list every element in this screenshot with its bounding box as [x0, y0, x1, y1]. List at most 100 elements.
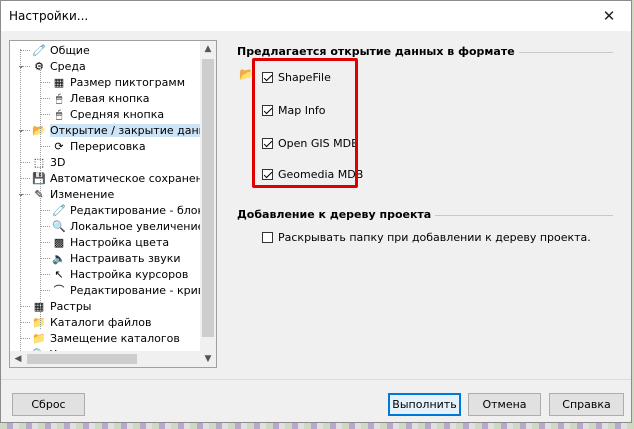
- tree-item-label: Среда: [50, 59, 86, 73]
- annotation-highlight-box: [252, 58, 358, 188]
- curve-icon: ⌒: [53, 283, 65, 297]
- tree-item[interactable]: ⌒ Редактирование - кривые: [52, 282, 202, 298]
- tree-item[interactable]: 🧷 Редактирование - блокировка: [52, 202, 201, 218]
- folder-replace-icon: 📁: [32, 331, 46, 345]
- tree-connector: [20, 178, 30, 179]
- edit-icon: ✎: [34, 187, 44, 201]
- tree-connector: [20, 162, 30, 163]
- magnifier-icon: 🔍: [52, 219, 66, 233]
- cursor-icon: ↖: [54, 267, 64, 281]
- settings-icon: ⚙: [34, 59, 44, 73]
- tree-expander-icon[interactable]: ⌄: [16, 61, 26, 71]
- tree-item[interactable]: 🖱 Средняя кнопка: [52, 106, 164, 122]
- footer-separator: [1, 379, 631, 380]
- tree-item-label: Левая кнопка: [70, 91, 150, 105]
- tree-item-label: Каталоги файлов: [50, 315, 152, 329]
- scroll-left-icon[interactable]: ◀: [10, 351, 26, 367]
- tree-connector: [20, 50, 30, 51]
- ruler-icon: ▦: [53, 75, 65, 89]
- tree-connector: [20, 338, 30, 339]
- reset-button[interactable]: Сброс: [12, 393, 85, 416]
- tree-item-label: Редактирование - кривые: [70, 283, 201, 297]
- ok-button[interactable]: Выполнить: [388, 393, 461, 416]
- tree-connector: [40, 226, 50, 227]
- tree-item[interactable]: ⟳ Перерисовка: [52, 138, 146, 154]
- tree-guide: [20, 49, 21, 359]
- tree-expander-icon[interactable]: ⌄: [16, 125, 26, 135]
- pin-edit-icon: 🧷: [52, 203, 66, 217]
- palette-icon: ▩: [53, 235, 65, 249]
- tree-connector: [40, 290, 50, 291]
- cube-icon: ⬚: [33, 155, 45, 169]
- tree-item[interactable]: ▦ Размер пиктограмм: [52, 74, 185, 90]
- tree-connector: [40, 258, 50, 259]
- tree-item[interactable]: ↖ Настройка курсоров: [52, 266, 188, 282]
- tree-item[interactable]: ✎ Изменение: [32, 186, 114, 202]
- tree-item[interactable]: ▩ Настройка цвета: [52, 234, 169, 250]
- tree-connector: [40, 82, 50, 83]
- tree-connector: [40, 98, 50, 99]
- tree-item[interactable]: 📁 Каталоги файлов: [32, 314, 151, 330]
- tree-connector: [20, 322, 30, 323]
- mouse-left-icon: 🖱: [55, 91, 63, 105]
- tree-item-label: Средняя кнопка: [70, 107, 165, 121]
- scroll-up-icon[interactable]: ▲: [200, 41, 216, 57]
- help-button[interactable]: Справка: [549, 393, 624, 416]
- pin-icon: 🧷: [32, 43, 46, 57]
- tree-item[interactable]: 🖱 Левая кнопка: [52, 90, 150, 106]
- tree-item[interactable]: 🔈 Настраивать звуки: [52, 250, 181, 266]
- redraw-icon: ⟳: [54, 139, 64, 153]
- tree-item-label: Настройка цвета: [70, 235, 170, 249]
- tree-item[interactable]: 💾 Автоматическое сохранение: [32, 170, 201, 186]
- tree-connector: [40, 146, 50, 147]
- tree-item-label: Настраивать звуки: [70, 251, 181, 265]
- cancel-button[interactable]: Отмена: [468, 393, 541, 416]
- mouse-middle-icon: 🖱: [55, 107, 63, 121]
- raster-icon: ▦: [33, 299, 45, 313]
- tree-item-label: Открытие / закрытие данных: [50, 123, 201, 137]
- tree-item-label: Растры: [50, 299, 92, 313]
- tree-item-label: Изменение: [50, 187, 115, 201]
- save-icon: 💾: [32, 171, 46, 185]
- tree-item[interactable]: ⬚ 3D: [32, 154, 66, 170]
- tree-item-label: Перерисовка: [70, 139, 146, 153]
- tree-item-label: Общие: [50, 43, 90, 57]
- expand-folder-option[interactable]: Раскрывать папку при добавлении к дереву…: [262, 231, 591, 244]
- expand-folder-label: Раскрывать папку при добавлении к дереву…: [278, 231, 591, 244]
- settings-dialog: Настройки... ✕ 🧷 Общие ⌄ ⚙ Среда ▦ Размер пикт…: [0, 0, 632, 423]
- close-icon: ✕: [602, 7, 616, 25]
- speaker-icon: 🔈: [52, 251, 66, 265]
- tree-item-label: Редактирование - блокировка: [70, 203, 201, 217]
- tree-expander-icon[interactable]: ⌄: [16, 189, 26, 199]
- tree-connector: [40, 114, 50, 115]
- hscroll-thumb[interactable]: [27, 354, 137, 364]
- tree-item[interactable]: 📂 Открытие / закрытие данных: [32, 122, 201, 138]
- tree-connector: [40, 242, 50, 243]
- tree-item-label: Замещение каталогов: [50, 331, 180, 345]
- tree-item-label: Локальное увеличение - лупа: [70, 219, 201, 233]
- tree-connector: [40, 210, 50, 211]
- tree-connector: [20, 306, 30, 307]
- title-bar: Настройки... ✕: [1, 1, 631, 31]
- folder-icon: 📁: [32, 315, 46, 329]
- scroll-thumb[interactable]: [202, 59, 214, 337]
- close-button[interactable]: ✕: [587, 1, 631, 31]
- tree-item[interactable]: 🧷 Общие: [32, 42, 90, 58]
- tree-viewport: 🧷 Общие ⌄ ⚙ Среда ▦ Размер пиктограмм 🖱 Левая кн…: [10, 41, 201, 367]
- tree-item-label: Размер пиктограмм: [70, 75, 185, 89]
- formats-group-title: Предлагается открытие данных в формате: [237, 45, 519, 58]
- tree-guide: [40, 65, 41, 329]
- settings-tree[interactable]: 🧷 Общие ⌄ ⚙ Среда ▦ Размер пиктограмм 🖱 Левая кн…: [9, 40, 217, 368]
- tree-item[interactable]: 🔍 Локальное увеличение - лупа: [52, 218, 201, 234]
- project-group-title: Добавление к дереву проекта: [237, 208, 436, 221]
- tree-connector: [40, 274, 50, 275]
- scroll-down-icon[interactable]: ▼: [200, 351, 216, 367]
- tree-item-label: Настройка курсоров: [70, 267, 189, 281]
- expand-folder-checkbox[interactable]: [262, 232, 273, 243]
- tree-horizontal-scrollbar[interactable]: ◀: [10, 351, 200, 367]
- folder-open-icon: 📂: [32, 123, 46, 137]
- window-title: Настройки...: [9, 9, 89, 23]
- tree-vertical-scrollbar[interactable]: ▲ ▼: [200, 41, 216, 367]
- tree-item-label: 3D: [50, 155, 66, 169]
- tree-item[interactable]: 📁 Замещение каталогов: [32, 330, 180, 346]
